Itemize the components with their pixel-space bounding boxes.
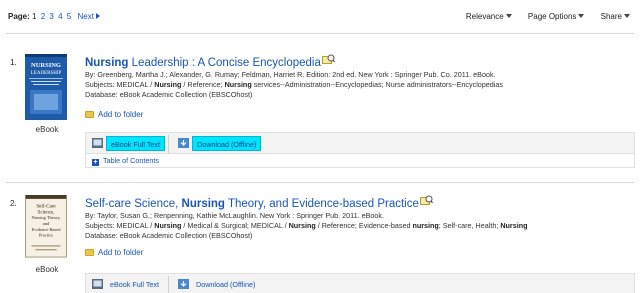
results-toolbar: Page: 1 2 3 4 5 Next Relevance Page Opti…	[6, 12, 634, 26]
page-link-4[interactable]: 4	[58, 12, 62, 21]
next-label: Next	[77, 12, 94, 21]
add-to-folder-link[interactable]: Add to folder	[85, 248, 143, 257]
result-type-label: eBook	[35, 265, 59, 274]
download-icon	[178, 138, 189, 148]
subjects-text: Subjects: MEDICAL /	[85, 221, 155, 230]
divider	[6, 33, 634, 34]
result-links-bar: eBook Full Text Download (Offline)	[85, 273, 635, 293]
expand-plus-icon: +	[92, 159, 99, 166]
cover-title-line: Practice	[39, 233, 53, 238]
share-label: Share	[600, 12, 622, 21]
page-link-1[interactable]: 1	[32, 12, 36, 21]
cover-title-line: Evidence-Based	[32, 227, 62, 232]
result-subjects: Subjects: MEDICAL / Nursing / Medical & …	[85, 221, 527, 231]
cover-title-line: and	[43, 221, 50, 226]
ebook-icon	[92, 279, 103, 289]
pagination: Page: 1 2 3 4 5 Next	[8, 12, 100, 21]
subjects-text: ; Self-care, Health;	[438, 221, 501, 230]
divider	[6, 182, 634, 183]
add-to-folder-label: Add to folder	[98, 248, 144, 257]
result-type-label: eBook	[35, 125, 59, 134]
subjects-text: / Reference; Evidence-based	[315, 221, 413, 230]
result-number: 1.	[10, 58, 17, 67]
title-keyword: Nursing	[181, 198, 225, 210]
result-byline: By: Taylor, Susan G.; Renpenning, Kathie…	[85, 211, 384, 220]
download-icon	[178, 279, 189, 289]
title-text: Theory, and Evidence-based Practice	[224, 198, 419, 210]
ebook-icon	[92, 138, 103, 148]
page-label: Page:	[8, 12, 30, 21]
page-options-label: Page Options	[527, 12, 577, 21]
subjects-text: Subjects: MEDICAL /	[85, 80, 155, 89]
subjects-keyword: Nursing	[154, 80, 182, 89]
result-subjects: Subjects: MEDICAL / Nursing / Reference;…	[85, 80, 503, 90]
results-options: Relevance Page Options Share	[452, 12, 630, 21]
subjects-keyword: Nursing	[224, 80, 252, 89]
result-title-link[interactable]: Nursing Leadership : A Concise Encyclope…	[85, 54, 335, 69]
page-link-2[interactable]: 2	[41, 12, 45, 21]
result-number: 2.	[10, 199, 17, 208]
chevron-right-icon	[95, 13, 100, 19]
ebook-full-text-link[interactable]: eBook Full Text	[106, 277, 163, 292]
page-link-3[interactable]: 3	[49, 12, 53, 21]
divider	[168, 276, 169, 293]
next-page-link[interactable]: Next	[77, 12, 100, 21]
cover-title-line: Self-Care	[36, 203, 56, 210]
page-link-5[interactable]: 5	[67, 12, 71, 21]
subjects-text: services--Administration--Encyclopedias;…	[251, 80, 503, 89]
subjects-text: / Reference;	[181, 80, 225, 89]
chevron-down-icon	[624, 14, 630, 18]
subjects-keyword: Nursing	[154, 221, 182, 230]
subjects-keyword: Nursing	[500, 221, 528, 230]
preview-magnifier-icon[interactable]	[321, 54, 335, 64]
result-links-bar: eBook Full Text Download (Offline)	[85, 132, 635, 154]
share-dropdown[interactable]: Share	[601, 12, 630, 21]
folder-icon	[85, 111, 94, 118]
result-database: Database: eBook Academic Collection (EBS…	[85, 231, 253, 240]
relevance-label: Relevance	[465, 12, 504, 21]
title-keyword: Nursing	[85, 57, 129, 69]
subjects-text: / Medical & Surgical; MEDICAL /	[181, 221, 289, 230]
add-to-folder-label: Add to folder	[98, 110, 144, 119]
divider	[168, 135, 169, 153]
result-database: Database: eBook Academic Collection (EBS…	[85, 90, 253, 99]
chevron-down-icon	[505, 14, 512, 18]
cover-title-line: LEADERSHIP	[31, 71, 62, 76]
book-cover-image[interactable]: Self-Care Science, Nursing Theory, and E…	[25, 195, 67, 259]
cover-title-line: NURSING	[31, 62, 61, 69]
ebook-full-text-link[interactable]: eBook Full Text	[106, 136, 166, 151]
result-title-link[interactable]: Self-care Science, Nursing Theory, and E…	[85, 195, 433, 210]
table-of-contents-toggle[interactable]: + Table of Contents	[85, 154, 635, 168]
add-to-folder-link[interactable]: Add to folder	[85, 110, 143, 119]
download-offline-link[interactable]: Download (Offline)	[192, 136, 262, 151]
page-options-dropdown[interactable]: Page Options	[527, 12, 585, 21]
subjects-keyword: nursing	[412, 221, 439, 230]
subjects-keyword: Nursing	[288, 221, 316, 230]
title-text: Self-care Science,	[85, 198, 182, 210]
chevron-down-icon	[578, 14, 585, 18]
download-offline-link[interactable]: Download (Offline)	[192, 277, 259, 292]
result-byline: By: Greenberg, Martha J.; Alexander, G. …	[85, 70, 496, 79]
toc-label: Table of Contents	[103, 156, 159, 165]
folder-icon	[85, 249, 94, 256]
book-cover-image[interactable]: NURSING LEADERSHIP	[25, 54, 67, 120]
title-text: Leadership : A Concise Encyclopedia	[128, 57, 321, 69]
relevance-dropdown[interactable]: Relevance	[466, 12, 512, 21]
preview-magnifier-icon[interactable]	[419, 195, 433, 205]
